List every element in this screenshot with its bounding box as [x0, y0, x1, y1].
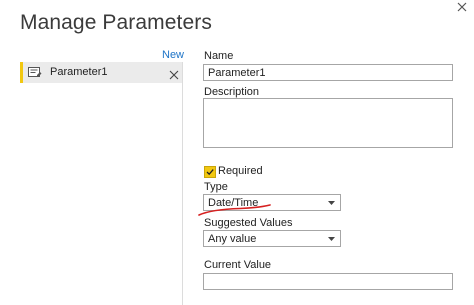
parameter-list-pane	[20, 62, 183, 305]
close-icon[interactable]	[455, 0, 469, 14]
parameter-label: Parameter1	[50, 66, 108, 78]
dialog-title: Manage Parameters	[20, 11, 212, 34]
chevron-down-icon	[328, 237, 335, 241]
check-icon	[206, 169, 214, 176]
delete-icon[interactable]	[169, 67, 179, 80]
description-label: Description	[204, 86, 260, 98]
name-field[interactable]	[203, 64, 453, 81]
chevron-down-icon	[328, 201, 335, 205]
new-parameter-link[interactable]: New	[162, 49, 184, 61]
suggested-values-select-value: Any value	[208, 233, 257, 245]
parameter-icon	[28, 66, 42, 78]
type-label: Type	[204, 181, 228, 193]
description-field[interactable]	[203, 98, 453, 148]
suggested-values-label: Suggested Values	[204, 217, 293, 229]
required-label: Required	[218, 165, 263, 177]
list-item-parameter1[interactable]: Parameter1	[20, 62, 182, 83]
required-checkbox[interactable]	[204, 166, 216, 178]
current-value-label: Current Value	[204, 259, 272, 271]
current-value-field[interactable]	[203, 273, 453, 290]
suggested-values-select[interactable]: Any value	[203, 230, 341, 247]
name-label: Name	[204, 50, 234, 62]
red-underline-annotation	[198, 204, 271, 216]
